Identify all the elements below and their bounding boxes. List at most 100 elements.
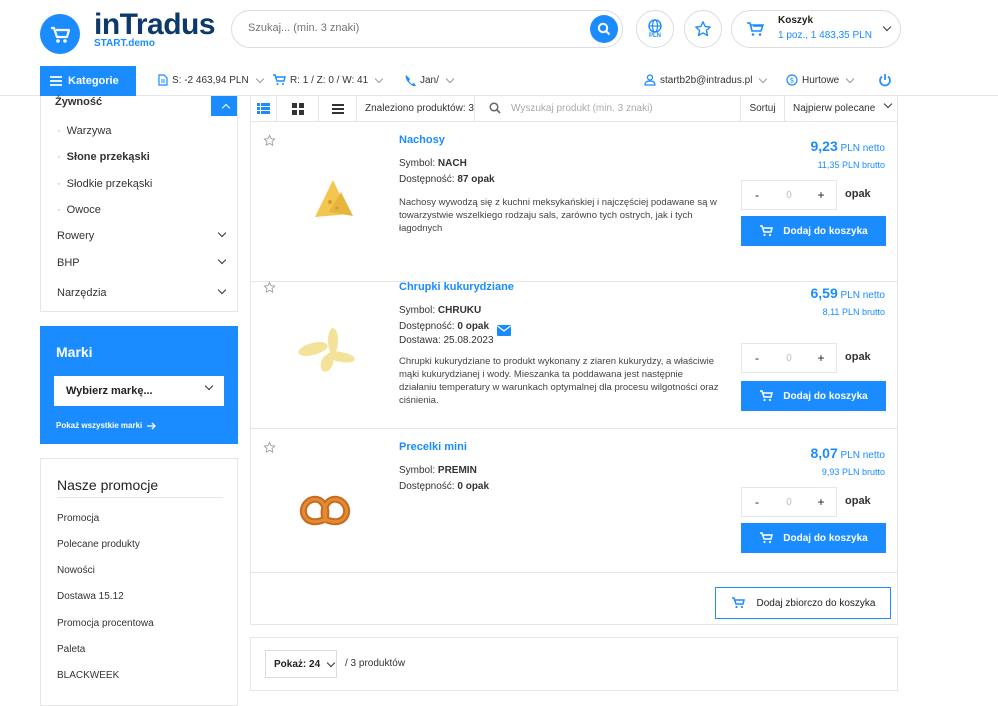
cart-icon (747, 22, 764, 36)
favorite-star-icon[interactable] (263, 134, 276, 147)
decrement-button[interactable]: - (742, 495, 772, 509)
increment-button[interactable]: + (806, 351, 836, 365)
categories-label: Kategorie (68, 75, 119, 87)
category-item[interactable]: Rowery (41, 223, 237, 249)
promotion-link[interactable]: Promocja procentowa (57, 618, 154, 629)
price-net: 8,07 PLN netto (810, 445, 885, 461)
add-to-cart-button[interactable]: Dodaj do koszyka (741, 523, 886, 553)
compact-view-button[interactable] (319, 96, 357, 121)
power-icon (879, 74, 891, 87)
promotion-link[interactable]: Polecane produkty (57, 539, 140, 550)
favorites-button[interactable] (684, 10, 722, 48)
logout-button[interactable] (878, 73, 892, 87)
balance-value: S: -2 463,94 PLN (172, 74, 249, 86)
category-item[interactable]: BHP (41, 250, 237, 276)
search-box (231, 10, 623, 48)
orders-dropdown[interactable]: R: 1 / Z: 0 / W: 41 (272, 74, 384, 86)
promotion-link[interactable]: Promocja (57, 513, 99, 524)
promotions-panel: Nasze promocje Promocja Polecane produkt… (40, 458, 238, 706)
corn-puffs-image[interactable] (275, 299, 375, 379)
add-to-cart-button[interactable]: Dodaj do koszyka (741, 381, 886, 411)
found-count: Znaleziono produktów: 3 (357, 96, 475, 121)
product-count: / 3 produktów (345, 658, 406, 669)
brands-title: Marki (56, 344, 93, 360)
increment-button[interactable]: + (806, 188, 836, 202)
list-toolbar: Znaleziono produktów: 3 Wyszukaj produkt… (250, 96, 898, 122)
product-symbol: Symbol: CHRUKU (399, 305, 482, 316)
promotion-link[interactable]: BLACKWEEK (57, 670, 119, 681)
category-item[interactable]: Narzędzia (41, 280, 237, 306)
bulk-add-button[interactable]: Dodaj zbiorczo do koszyka (715, 587, 891, 619)
quantity-input[interactable]: 0 (774, 497, 804, 508)
star-icon (695, 21, 711, 37)
sort-select[interactable]: Najpierw polecane (785, 96, 899, 121)
increment-button[interactable]: + (806, 495, 836, 509)
per-page-select[interactable]: Pokaż: 24 (265, 650, 337, 678)
product-description: Chrupki kukurydziane to produkt wykonany… (399, 356, 719, 406)
product-name[interactable]: Nachosy (399, 134, 445, 146)
product-name[interactable]: Precelki mini (399, 441, 467, 453)
orders-value: R: 1 / Z: 0 / W: 41 (290, 74, 369, 86)
chevron-down-icon (217, 285, 227, 295)
divider (57, 497, 223, 498)
collapse-button[interactable] (211, 96, 237, 116)
bulk-add-row: Dodaj zbiorczo do koszyka (250, 573, 898, 625)
user-short: Jan/ (420, 74, 439, 86)
list-view-icon (257, 103, 270, 114)
quantity-input[interactable]: 0 (774, 353, 804, 364)
nachos-image[interactable] (275, 152, 375, 232)
phone-icon (405, 75, 416, 86)
user-dropdown[interactable]: Jan/ (404, 74, 455, 86)
chevron-down-icon (217, 228, 227, 238)
cart-summary: 1 poz., 1 483,35 PLN (778, 30, 872, 41)
show-all-brands-link[interactable]: Pokaż wszystkie marki (56, 421, 157, 430)
balance-dropdown[interactable]: S: -2 463,94 PLN (158, 74, 264, 86)
categories-button[interactable]: Kategorie (40, 66, 136, 96)
product-search[interactable]: Wyszukaj produkt (min. 3 znaki) (475, 96, 741, 121)
promotion-link[interactable]: Paleta (57, 644, 85, 655)
user-email: startb2b@intradus.pl (660, 74, 753, 86)
grid-view-button[interactable] (277, 96, 319, 121)
search-icon (489, 102, 501, 114)
pretzel-image[interactable] (275, 459, 375, 539)
currency-button[interactable]: PLN (636, 10, 674, 48)
category-active[interactable]: Żywność (41, 96, 237, 116)
favorite-star-icon[interactable] (263, 441, 276, 454)
add-to-cart-button[interactable]: Dodaj do koszyka (741, 216, 886, 246)
quantity-stepper: - 0 + (741, 343, 837, 373)
product-row: Chrupki kukurydziane Symbol: CHRUKU Dost… (250, 269, 898, 429)
quantity-stepper: - 0 + (741, 180, 837, 210)
logo-title[interactable]: inTradus (94, 8, 216, 42)
account-dropdown[interactable]: startb2b@intradus.pl (644, 74, 768, 86)
decrement-button[interactable]: - (742, 188, 772, 202)
product-symbol: Symbol: PREMIN (399, 465, 477, 476)
product-name[interactable]: Chrupki kukurydziane (399, 281, 514, 293)
promotion-link[interactable]: Dostawa 15.12 (57, 591, 124, 602)
subcategory-item[interactable]: · Warzywa (41, 118, 237, 144)
quantity-input[interactable]: 0 (774, 190, 804, 201)
price-mode-dropdown[interactable]: $ Hurtowe (786, 74, 855, 86)
promotion-link[interactable]: Nowości (57, 565, 95, 576)
unit-label: opak (845, 188, 871, 200)
compact-list-icon (331, 103, 344, 114)
price-gross: 11,35 PLN brutto (817, 160, 885, 170)
subcategory-item[interactable]: · Słone przekąski (41, 144, 237, 170)
cart-button[interactable]: Koszyk 1 poz., 1 483,35 PLN (731, 10, 901, 48)
price-net: 9,23 PLN netto (810, 138, 885, 154)
chevron-down-icon (204, 381, 214, 391)
decrement-button[interactable]: - (742, 351, 772, 365)
category-active-label: Żywność (55, 96, 103, 108)
search-input[interactable] (248, 22, 578, 34)
envelope-icon[interactable] (497, 325, 511, 336)
subcategory-item[interactable]: · Słodkie przekąski (41, 171, 237, 197)
logo-icon[interactable] (40, 14, 80, 54)
brand-select[interactable]: Wybierz markę... (54, 376, 224, 406)
search-button[interactable] (590, 15, 618, 43)
search-icon (597, 22, 611, 36)
chevron-down-icon (882, 22, 892, 32)
favorite-star-icon[interactable] (263, 281, 276, 294)
subcategory-item[interactable]: · Owoce (41, 197, 237, 223)
globe-icon (648, 19, 662, 33)
list-view-button[interactable] (251, 96, 277, 121)
user-icon (644, 74, 656, 86)
